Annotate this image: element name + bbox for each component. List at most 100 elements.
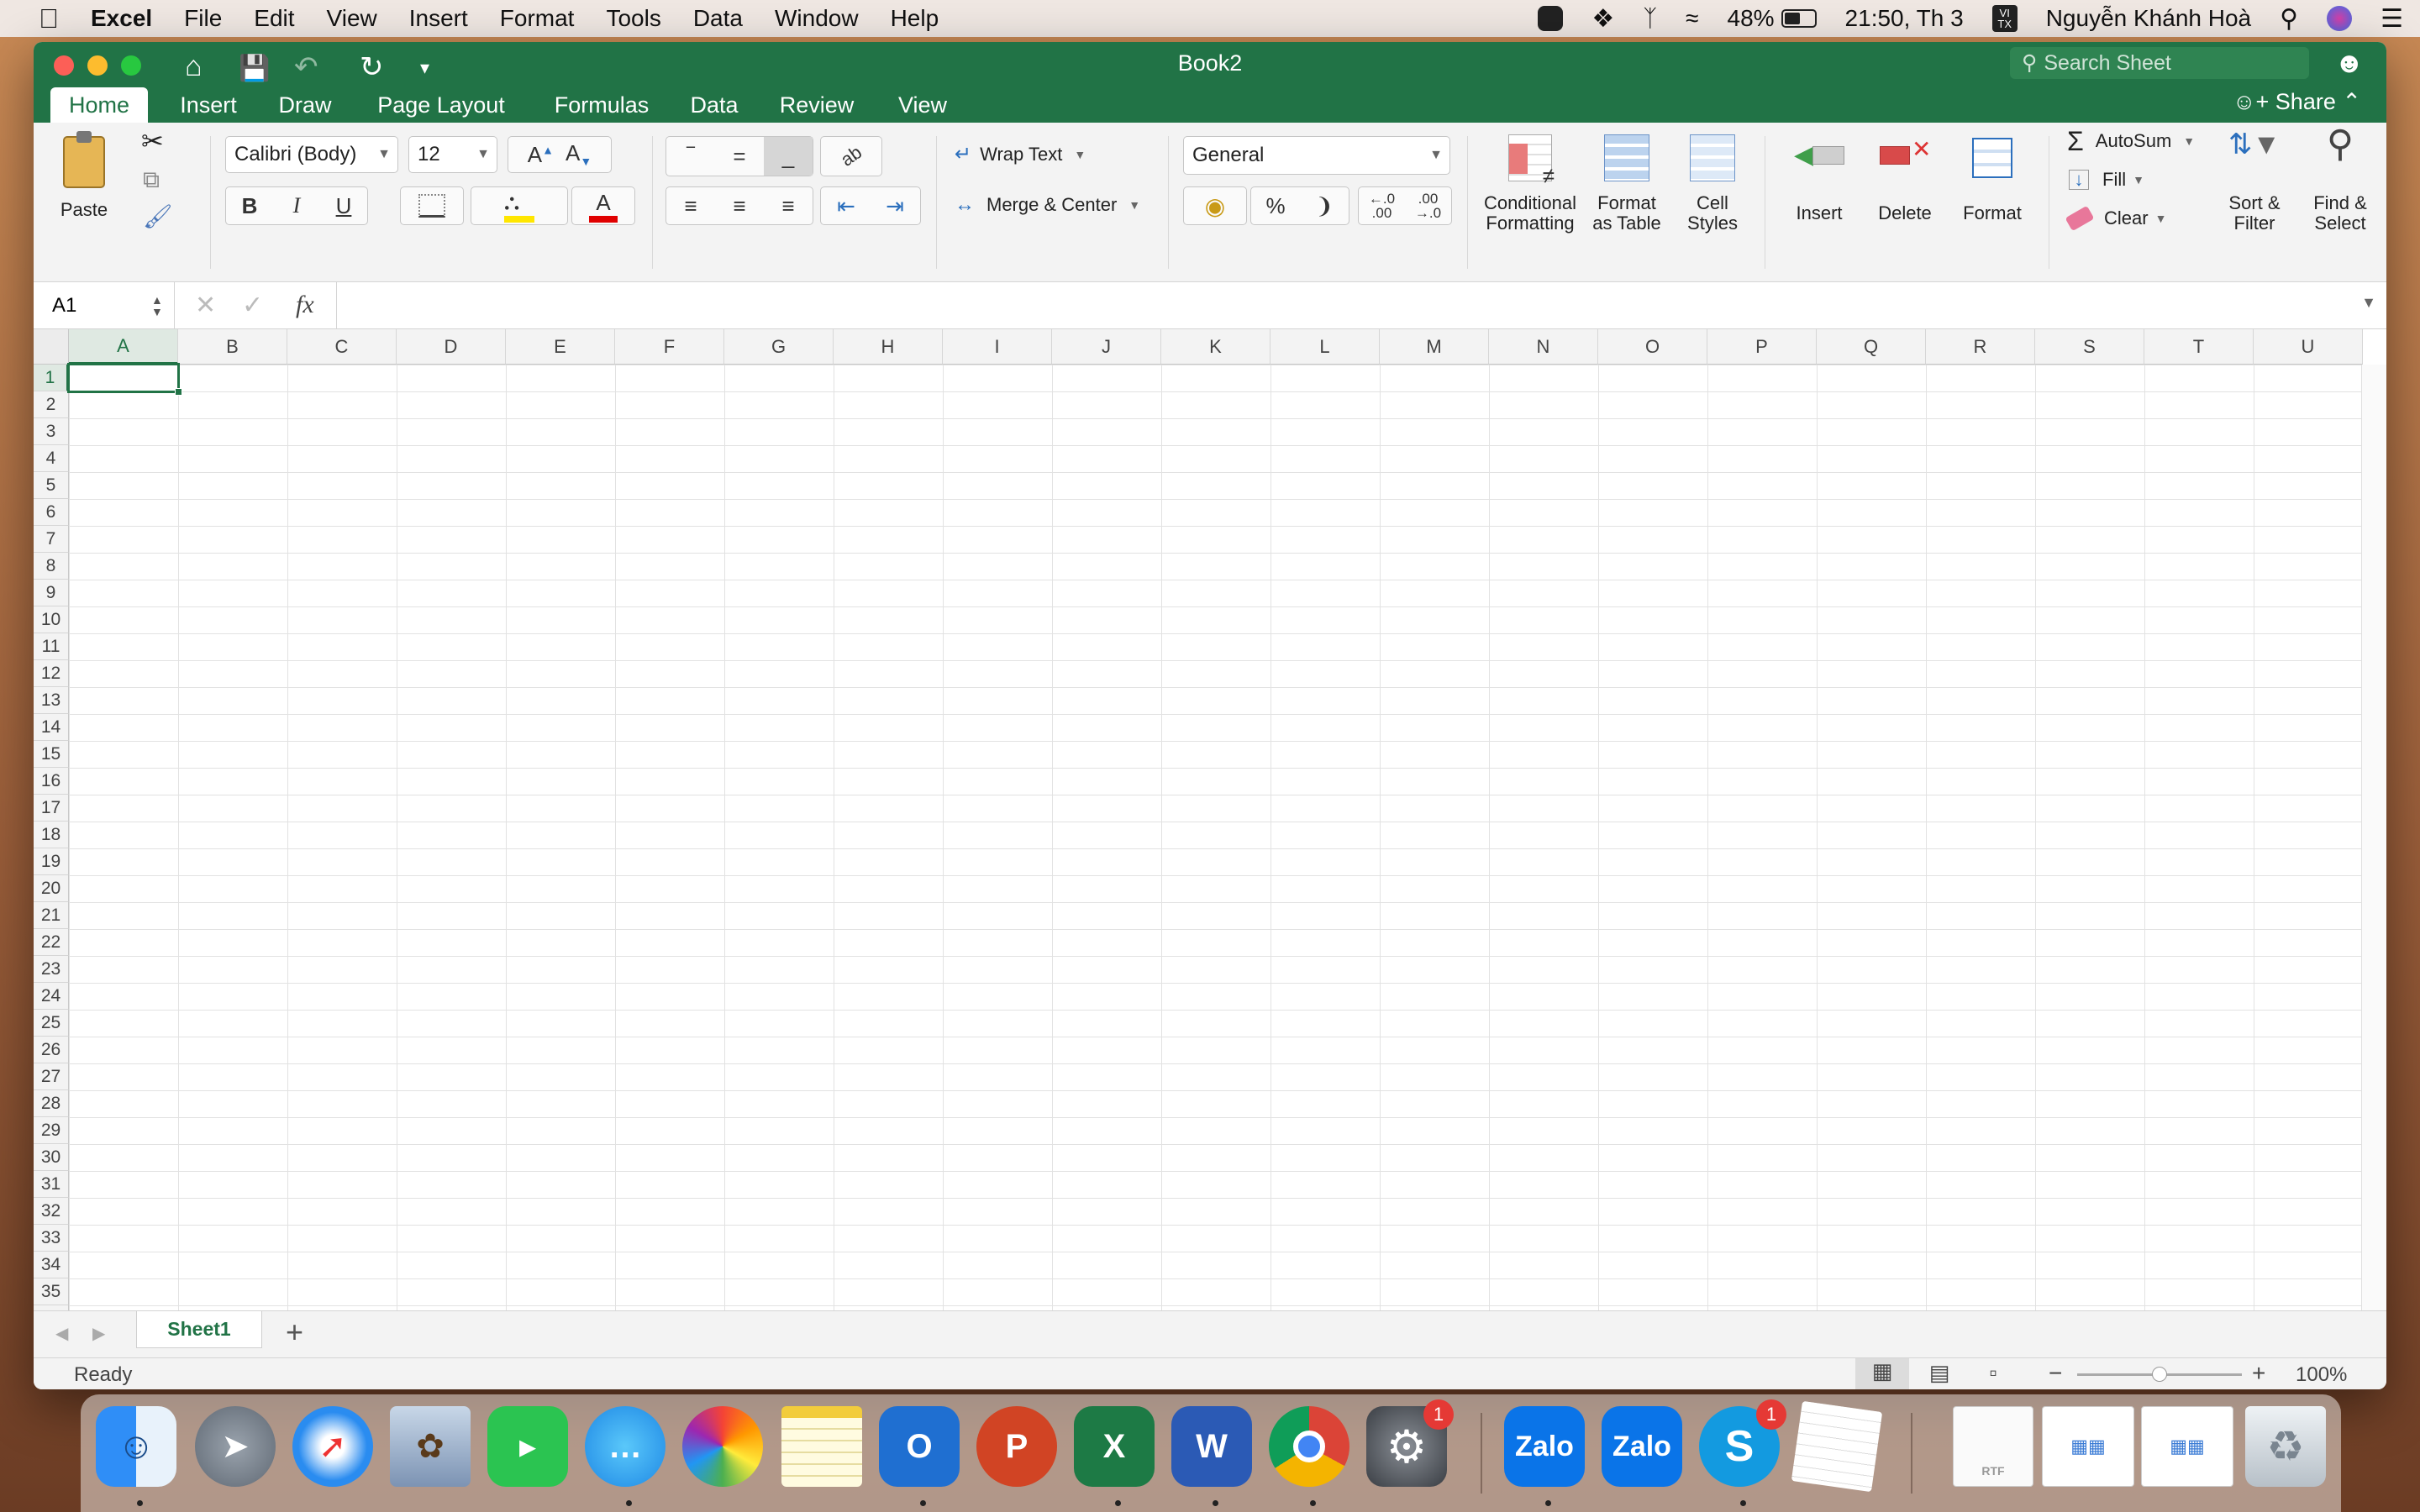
column-header[interactable]: P [1707, 329, 1817, 365]
selected-cell-a1[interactable] [67, 363, 180, 393]
cell-area[interactable] [69, 365, 2361, 1356]
fill-color-button[interactable]: ⛬ [471, 186, 568, 225]
cancel-formula-icon[interactable]: ✕ [195, 291, 216, 320]
zalo-dock-icon[interactable]: Zalo [1504, 1406, 1585, 1487]
menu-format[interactable]: Format [500, 5, 575, 32]
merge-center-button[interactable]: ↔ Merge & Center ▼ [955, 195, 1140, 215]
increase-font-size-icon[interactable]: A▲ [528, 142, 554, 168]
decrease-decimal-icon[interactable]: .00 →.0 [1405, 192, 1451, 220]
align-center-icon[interactable]: ≡ [715, 193, 764, 219]
sheet-tab-sheet1[interactable]: Sheet1 [136, 1311, 262, 1348]
name-box[interactable]: A1 ▲ ▼ [34, 282, 175, 329]
column-header[interactable]: H [834, 329, 943, 365]
find-select-button[interactable]: ⚲ Find & Select [2302, 126, 2378, 234]
sort-filter-button[interactable]: ⇅▼ Sort & Filter [2217, 130, 2292, 234]
row-header[interactable]: 33 [34, 1225, 69, 1252]
row-header[interactable]: 27 [34, 1063, 69, 1090]
row-header[interactable]: 24 [34, 983, 69, 1010]
row-header[interactable]: 17 [34, 795, 69, 822]
rtf-document-dock-icon[interactable]: RTF [1953, 1406, 2033, 1487]
column-header[interactable]: F [615, 329, 724, 365]
screenshot-dock-icon-2[interactable]: ▦▦ [2141, 1406, 2233, 1487]
row-header[interactable]: 9 [34, 580, 69, 606]
borders-button[interactable] [400, 186, 464, 225]
row-header[interactable]: 35 [34, 1278, 69, 1305]
row-header[interactable]: 32 [34, 1198, 69, 1225]
font-name-select[interactable]: Calibri (Body) ▼ [225, 136, 398, 173]
accounting-format-button[interactable]: ◉ [1183, 186, 1247, 225]
format-painter-icon[interactable]: 🖌 [143, 205, 173, 228]
column-header[interactable]: O [1598, 329, 1707, 365]
wifi-icon[interactable]: ≈ [1686, 5, 1698, 32]
percent-style-button[interactable]: % [1251, 193, 1300, 219]
battery-icon[interactable] [1781, 9, 1817, 28]
row-header[interactable]: 21 [34, 902, 69, 929]
column-header[interactable]: S [2035, 329, 2144, 365]
menu-insert[interactable]: Insert [409, 5, 468, 32]
column-header[interactable]: Q [1817, 329, 1926, 365]
row-header[interactable]: 16 [34, 768, 69, 795]
insert-function-icon[interactable]: fx [296, 291, 314, 319]
menu-help[interactable]: Help [891, 5, 939, 32]
collapse-ribbon-icon[interactable]: ⌃ [2342, 89, 2361, 114]
row-header[interactable]: 14 [34, 714, 69, 741]
page-layout-view-icon[interactable]: ▤ [1916, 1360, 1963, 1386]
screenshot-dock-icon[interactable]: ▦▦ [2042, 1406, 2134, 1487]
system-preferences-dock-icon[interactable]: ⚙ 1 [1366, 1399, 1454, 1487]
powerpoint-dock-icon[interactable]: P [976, 1406, 1057, 1487]
row-header[interactable]: 1 [34, 365, 69, 391]
decrease-indent-icon[interactable]: ⇤ [822, 193, 871, 219]
column-header[interactable]: C [287, 329, 397, 365]
increase-decimal-icon[interactable]: ←.0.00 [1359, 192, 1405, 220]
insert-cells-button[interactable]: ◀ Insert [1780, 138, 1859, 223]
column-header[interactable]: G [724, 329, 834, 365]
row-header[interactable]: 25 [34, 1010, 69, 1037]
comma-style-button[interactable]: ❩ [1300, 193, 1349, 219]
menu-file[interactable]: File [184, 5, 222, 32]
clock[interactable]: 21:50, Th 3 [1845, 5, 1964, 32]
row-header[interactable]: 11 [34, 633, 69, 660]
row-header[interactable]: 19 [34, 848, 69, 875]
row-header[interactable]: 26 [34, 1037, 69, 1063]
row-header[interactable]: 28 [34, 1090, 69, 1117]
normal-view-icon[interactable]: ▦ [1855, 1358, 1909, 1389]
wrap-text-button[interactable]: ↵ Wrap Text ▼ [955, 144, 1086, 165]
user-name[interactable]: Nguyễn Khánh Hoà [2046, 5, 2251, 32]
facetime-dock-icon[interactable]: ▸ [487, 1406, 568, 1487]
number-format-select[interactable]: General ▼ [1183, 136, 1450, 175]
siri-icon[interactable] [2327, 6, 2353, 31]
decrease-font-size-icon[interactable]: A▼ [566, 140, 592, 168]
row-header[interactable]: 20 [34, 875, 69, 902]
align-bottom-icon[interactable]: _ [764, 137, 813, 176]
font-color-button[interactable]: A [571, 186, 635, 225]
tab-page-layout[interactable]: Page Layout [370, 87, 513, 123]
zoom-out-button[interactable]: − [2049, 1360, 2062, 1387]
column-header[interactable]: U [2254, 329, 2363, 365]
column-header[interactable]: K [1161, 329, 1270, 365]
column-header[interactable]: T [2144, 329, 2254, 365]
zoom-slider-knob[interactable] [2152, 1367, 2167, 1382]
increase-indent-icon[interactable]: ⇥ [871, 193, 919, 219]
dropbox-icon[interactable]: ❖ [1591, 4, 1614, 34]
italic-button[interactable]: I [273, 193, 320, 218]
clear-button[interactable]: Clear ▼ [2065, 205, 2166, 232]
tab-draw[interactable]: Draw [269, 87, 341, 123]
notes-dock-icon[interactable] [781, 1406, 862, 1487]
conditional-formatting-button[interactable]: ≠ Conditional Formatting [1477, 134, 1583, 234]
excel-dock-icon[interactable]: X [1074, 1406, 1155, 1487]
tab-view[interactable]: View [891, 87, 955, 123]
align-top-icon[interactable]: ‾ [666, 144, 715, 170]
tab-data[interactable]: Data [684, 87, 744, 123]
column-header[interactable]: M [1380, 329, 1489, 365]
copy-icon[interactable]: ⧉ [143, 168, 160, 192]
trash-dock-icon[interactable]: ♻ [2245, 1406, 2326, 1487]
name-box-stepper-icon[interactable]: ▲ ▼ [151, 294, 163, 318]
word-dock-icon[interactable]: W [1171, 1406, 1252, 1487]
photos-dock-icon[interactable] [682, 1406, 763, 1487]
textedit-dock-icon[interactable] [1791, 1400, 1883, 1493]
confirm-formula-icon[interactable]: ✓ [242, 291, 263, 320]
row-header[interactable]: 6 [34, 499, 69, 526]
safari-dock-icon[interactable]: ➚ [292, 1406, 373, 1487]
row-header[interactable]: 2 [34, 391, 69, 418]
column-header[interactable]: L [1270, 329, 1380, 365]
